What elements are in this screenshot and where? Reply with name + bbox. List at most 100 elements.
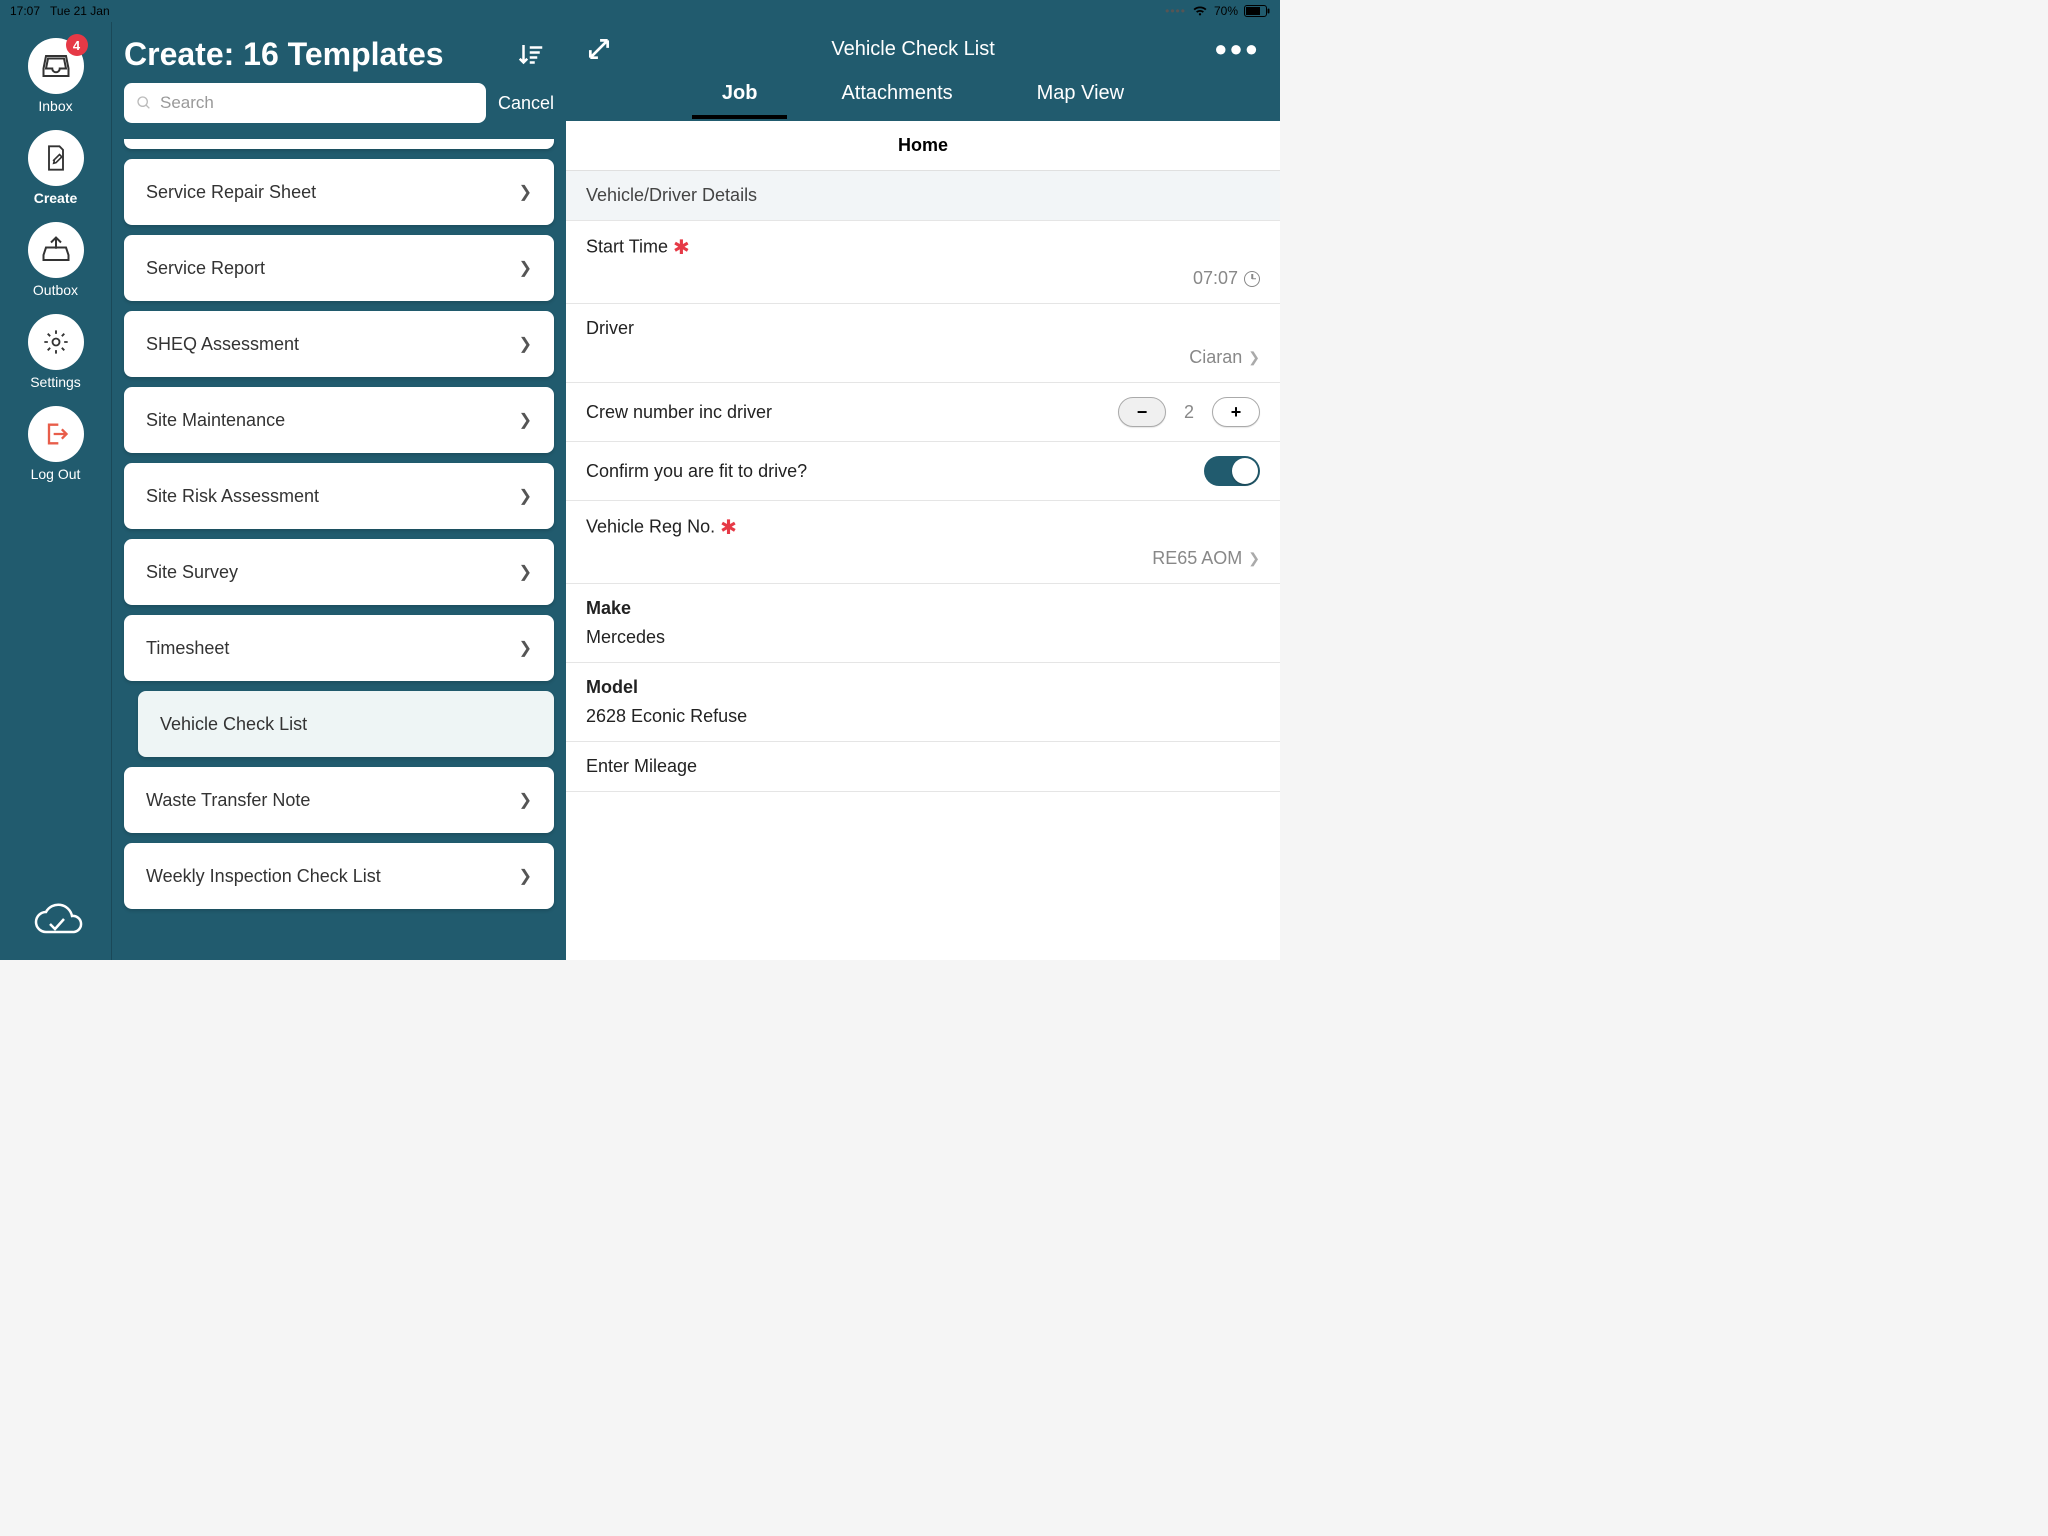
field-label-text: Model <box>586 677 1260 698</box>
template-label: Waste Transfer Note <box>146 790 310 811</box>
cancel-button[interactable]: Cancel <box>498 93 554 114</box>
inbox-badge: 4 <box>66 34 88 56</box>
template-label: Service Report <box>146 258 265 279</box>
rail-label: Inbox <box>38 98 72 114</box>
template-item-selected[interactable]: Vehicle Check List❯ <box>138 691 554 757</box>
field-start-time[interactable]: Start Time ✱ 07:07 <box>566 221 1280 304</box>
chevron-right-icon: ❯ <box>519 790 532 810</box>
fit-toggle[interactable] <box>1204 456 1260 486</box>
chevron-right-icon: ❯ <box>519 486 532 506</box>
rail-inbox[interactable]: 4 Inbox <box>28 32 84 120</box>
rail-settings[interactable]: Settings <box>28 308 84 396</box>
field-crew: Crew number inc driver − 2 + <box>566 383 1280 442</box>
battery-percent: 70% <box>1214 4 1238 18</box>
chevron-right-icon: ❯ <box>519 334 532 354</box>
template-item[interactable]: SHEQ Assessment ❯ <box>124 311 554 377</box>
field-label-text: Make <box>586 598 1260 619</box>
template-label: SHEQ Assessment <box>146 334 299 355</box>
tab-attachments[interactable]: Attachments <box>831 76 962 115</box>
chevron-right-icon: ❯ <box>519 182 532 202</box>
chevron-right-icon: ❯ <box>1248 550 1260 567</box>
field-driver[interactable]: Driver Ciaran ❯ <box>566 304 1280 383</box>
template-item[interactable]: Timesheet ❯ <box>124 615 554 681</box>
list-item-peek <box>124 139 554 149</box>
field-mileage[interactable]: Enter Mileage <box>566 742 1280 792</box>
gear-icon <box>42 328 70 356</box>
template-label: Site Maintenance <box>146 410 285 431</box>
field-label-text: Crew number inc driver <box>586 402 772 423</box>
field-make: Make Mercedes <box>566 584 1280 663</box>
stepper-value: 2 <box>1184 402 1194 423</box>
field-fit-to-drive: Confirm you are fit to drive? <box>566 442 1280 501</box>
rail-outbox[interactable]: Outbox <box>28 216 84 304</box>
template-label: Service Repair Sheet <box>146 182 316 203</box>
rail-label: Create <box>34 190 78 206</box>
template-item[interactable]: Site Risk Assessment❯ <box>124 463 554 529</box>
field-label-text: Driver <box>586 318 1260 339</box>
section-header: Vehicle/Driver Details <box>566 171 1280 221</box>
field-label-text: Vehicle Reg No. <box>586 516 715 536</box>
cellular-dots-icon: •••• <box>1165 4 1186 18</box>
nav-rail: 4 Inbox Create Outbox Settings <box>0 22 112 960</box>
breadcrumb-home[interactable]: Home <box>566 121 1280 171</box>
field-value-text: 07:07 <box>1193 268 1238 289</box>
field-model: Model 2628 Econic Refuse <box>566 663 1280 742</box>
required-icon: ✱ <box>720 517 737 539</box>
detail-title: Vehicle Check List <box>612 38 1214 61</box>
template-item[interactable]: Waste Transfer Note ❯ <box>124 767 554 833</box>
template-item[interactable]: Site Maintenance ❯ <box>124 387 554 453</box>
status-bar: 17:07 Tue 21 Jan •••• 70% <box>0 0 1280 22</box>
field-value-text: 2628 Econic Refuse <box>586 706 1260 727</box>
chevron-right-icon: ❯ <box>519 562 532 582</box>
field-label-text: Start Time <box>586 236 668 256</box>
expand-icon[interactable] <box>586 36 612 62</box>
more-icon[interactable]: ●●● <box>1214 36 1260 62</box>
tab-map[interactable]: Map View <box>1027 76 1134 115</box>
template-item[interactable]: Weekly Inspection Check List ❯ <box>124 843 554 909</box>
search-icon <box>136 95 152 111</box>
cloud-sync-icon[interactable] <box>28 902 84 942</box>
field-vehicle-reg[interactable]: Vehicle Reg No. ✱ RE65 AOM ❯ <box>566 501 1280 584</box>
create-icon <box>42 144 70 172</box>
templates-list[interactable]: Service Repair Sheet ❯ Service Report ❯ SH… <box>112 133 566 960</box>
field-value-text: Mercedes <box>586 627 1260 648</box>
rail-create[interactable]: Create <box>28 124 84 212</box>
rail-label: Outbox <box>33 282 78 298</box>
rail-label: Log Out <box>31 466 81 482</box>
stepper-minus[interactable]: − <box>1118 397 1166 427</box>
status-time: 17:07 <box>10 4 40 18</box>
chevron-right-icon: ❯ <box>519 410 532 430</box>
template-label: Vehicle Check List <box>160 714 307 735</box>
template-item[interactable]: Service Repair Sheet ❯ <box>124 159 554 225</box>
outbox-icon <box>41 235 71 265</box>
field-label-text: Enter Mileage <box>586 756 1260 777</box>
field-value-text: Ciaran <box>1189 347 1242 368</box>
field-value-text: RE65 AOM <box>1152 548 1242 569</box>
field-label-text: Confirm you are fit to drive? <box>586 461 807 482</box>
templates-panel: Create: 16 Templates Cancel Service Repa… <box>112 22 566 960</box>
template-label: Timesheet <box>146 638 229 659</box>
tab-job[interactable]: Job <box>712 76 768 115</box>
status-date: Tue 21 Jan <box>50 4 110 18</box>
battery-icon <box>1244 5 1270 17</box>
rail-logout[interactable]: Log Out <box>28 400 84 488</box>
search-box[interactable] <box>124 83 486 123</box>
templates-title: Create: 16 Templates <box>124 36 444 73</box>
chevron-right-icon: ❯ <box>519 866 532 886</box>
detail-panel: Vehicle Check List ●●● Job Attachments M… <box>566 22 1280 960</box>
rail-label: Settings <box>30 374 81 390</box>
chevron-right-icon: ❯ <box>519 638 532 658</box>
search-input[interactable] <box>160 93 474 113</box>
sort-icon[interactable] <box>516 40 546 70</box>
crew-stepper: − 2 + <box>1118 397 1260 427</box>
chevron-right-icon: ❯ <box>519 258 532 278</box>
clock-icon <box>1244 271 1260 287</box>
chevron-right-icon: ❯ <box>1248 349 1260 366</box>
inbox-icon <box>41 51 71 81</box>
template-label: Weekly Inspection Check List <box>146 866 381 887</box>
stepper-plus[interactable]: + <box>1212 397 1260 427</box>
template-label: Site Survey <box>146 562 238 583</box>
template-item[interactable]: Service Report ❯ <box>124 235 554 301</box>
required-icon: ✱ <box>673 237 690 259</box>
template-item[interactable]: Site Survey ❯ <box>124 539 554 605</box>
